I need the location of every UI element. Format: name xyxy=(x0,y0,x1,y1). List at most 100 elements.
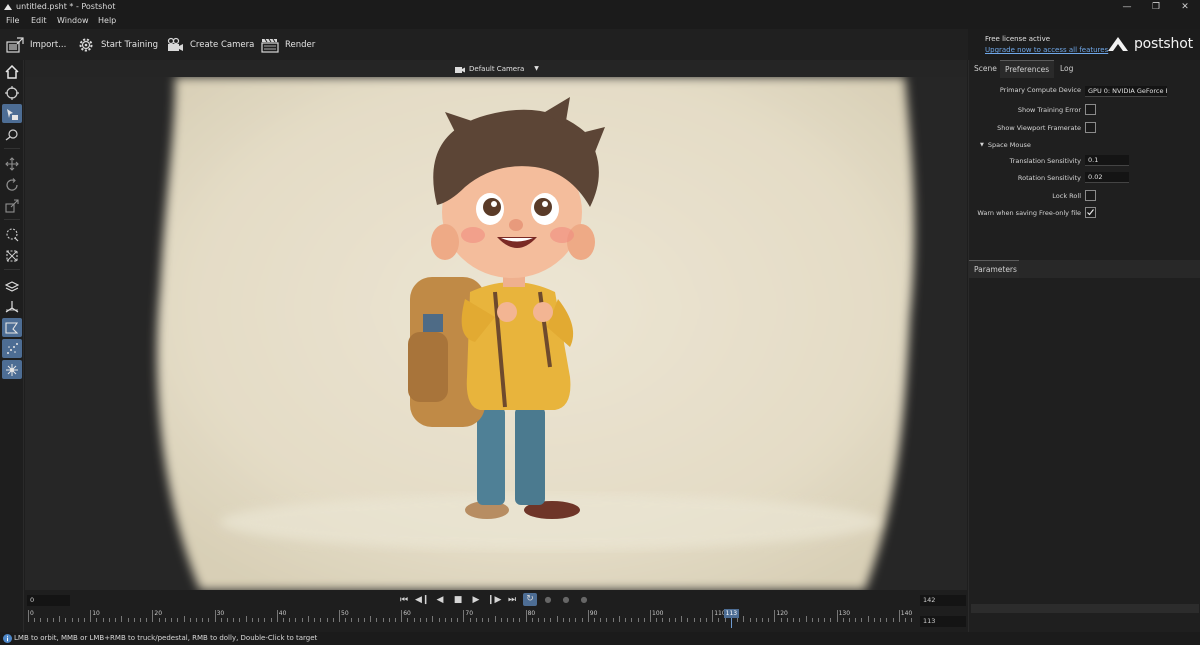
tab-preferences[interactable]: Preferences xyxy=(1000,60,1055,78)
timeline-tick xyxy=(824,618,826,622)
loop-icon[interactable]: ↻ xyxy=(523,593,537,606)
lasso-select-tool[interactable] xyxy=(2,225,22,244)
show-training-error-checkbox[interactable] xyxy=(1085,104,1096,115)
stop-icon[interactable]: ■ xyxy=(451,595,465,605)
camera-frustum-tool[interactable] xyxy=(2,318,22,337)
timeline-tick xyxy=(631,618,633,622)
timeline-tick xyxy=(718,618,720,622)
axis-tool[interactable] xyxy=(2,297,22,316)
record-icon[interactable]: ● xyxy=(559,595,573,604)
record-icon[interactable]: ● xyxy=(541,595,555,604)
move-icon xyxy=(5,156,19,171)
upgrade-link[interactable]: Upgrade now to access all features xyxy=(985,46,1108,54)
camera-tool[interactable] xyxy=(2,104,22,123)
play-reverse-icon[interactable]: ◀ xyxy=(433,595,447,605)
look-tool[interactable] xyxy=(2,125,22,144)
lighting-tool[interactable] xyxy=(2,360,22,379)
timeline-tick xyxy=(817,618,819,622)
viewport-3d[interactable] xyxy=(25,77,967,590)
timeline-tick xyxy=(102,618,104,622)
timeline-tick xyxy=(506,618,508,622)
import-button[interactable]: Import... xyxy=(6,35,66,55)
tab-scene[interactable]: Scene xyxy=(969,60,1002,78)
menu-file[interactable]: File xyxy=(6,16,19,25)
minimize-icon[interactable]: — xyxy=(1112,0,1142,14)
timeline-tick xyxy=(656,618,658,622)
timeline-tick xyxy=(289,618,291,622)
rotate-tool[interactable] xyxy=(2,175,22,194)
play-icon[interactable]: ▶ xyxy=(469,595,483,605)
timeline-tick xyxy=(258,618,260,622)
timeline-tick xyxy=(332,618,334,622)
start-frame-input[interactable]: 0 xyxy=(27,595,70,606)
home-tool[interactable] xyxy=(2,62,22,81)
compute-device-select[interactable]: GPU 0: NVIDIA GeForce RTX 4090 xyxy=(1085,86,1167,97)
end-frame-input[interactable]: 142 xyxy=(920,595,966,606)
timeline-tick-label: 50 xyxy=(341,610,349,617)
timeline-tick xyxy=(164,618,166,622)
axis-icon xyxy=(5,300,19,312)
translation-sensitivity-input[interactable]: 0.1 xyxy=(1085,155,1129,166)
skip-to-start-icon[interactable]: ⏮ xyxy=(397,595,411,605)
menu-window[interactable]: Window xyxy=(57,16,89,25)
panel-scrollbar[interactable] xyxy=(971,604,1199,613)
tab-parameters[interactable]: Parameters xyxy=(969,260,1019,278)
timeline-tick xyxy=(519,618,521,622)
show-training-error-label: Show Training Error xyxy=(1017,106,1081,114)
warn-free-file-checkbox[interactable] xyxy=(1085,207,1096,218)
timeline-tick xyxy=(171,618,173,622)
scene-render xyxy=(25,77,967,590)
menu-edit[interactable]: Edit xyxy=(31,16,47,25)
show-framerate-checkbox[interactable] xyxy=(1085,122,1096,133)
step-back-icon[interactable]: ◀❙ xyxy=(415,595,429,605)
lock-roll-checkbox[interactable] xyxy=(1085,190,1096,201)
skip-to-end-icon[interactable]: ⏭ xyxy=(505,595,519,605)
scale-tool[interactable] xyxy=(2,196,22,215)
move-tool[interactable] xyxy=(2,154,22,173)
menu-help[interactable]: Help xyxy=(98,16,116,25)
timeline-tick xyxy=(544,618,546,622)
camera-icon xyxy=(455,66,465,73)
restore-icon[interactable]: ❐ xyxy=(1141,0,1171,14)
timeline-tick xyxy=(419,618,421,622)
timeline-tick xyxy=(475,618,477,622)
box-select-tool[interactable] xyxy=(2,246,22,265)
current-frame-input[interactable]: 113 xyxy=(920,616,966,627)
lock-roll-label: Lock Roll xyxy=(1052,192,1081,200)
timeline-tick xyxy=(233,618,235,622)
timeline-ruler[interactable]: 0 10 20 30 40 50 60 70 80 90 100 110 120 130 140 113 xyxy=(27,608,915,630)
timeline-tick xyxy=(674,618,676,622)
timeline-tick-label: 90 xyxy=(589,610,598,617)
rotation-sensitivity-input[interactable]: 0.02 xyxy=(1085,172,1129,183)
timeline-tick xyxy=(849,618,851,622)
space-mouse-label: Space Mouse xyxy=(987,141,1031,149)
close-icon[interactable]: ✕ xyxy=(1170,0,1200,14)
tab-log[interactable]: Log xyxy=(1055,60,1078,78)
translation-sensitivity-label: Translation Sensitivity xyxy=(1009,157,1081,165)
space-mouse-section[interactable]: ▼ Space Mouse xyxy=(980,141,1031,149)
scale-icon xyxy=(5,198,19,213)
timeline-tick xyxy=(724,618,726,622)
orbit-tool[interactable] xyxy=(2,83,22,102)
start-training-button[interactable]: Start Training xyxy=(77,35,158,55)
chevron-down-icon: ▼ xyxy=(534,65,539,72)
timeline-tick xyxy=(469,618,471,622)
playhead[interactable]: 113 xyxy=(723,609,739,618)
render-button[interactable]: Render xyxy=(261,35,315,55)
timeline-tick xyxy=(295,618,297,622)
timeline-tick xyxy=(214,610,216,622)
layers-tool[interactable] xyxy=(2,276,22,295)
license-status: Free license active xyxy=(985,35,1051,43)
timeline-tick xyxy=(28,610,29,622)
splat-points-tool[interactable] xyxy=(2,339,22,358)
timeline-tick xyxy=(562,618,564,622)
timeline-tick xyxy=(587,610,589,622)
timeline-tick xyxy=(911,618,913,622)
create-camera-button[interactable]: Create Camera xyxy=(166,35,254,55)
status-message: LMB to orbit, MMB or LMB+RMB to truck/pe… xyxy=(14,634,318,642)
camera-dropdown[interactable]: Default Camera ▼ xyxy=(455,62,539,75)
step-forward-icon[interactable]: ❙▶ xyxy=(487,595,501,605)
record-icon[interactable]: ● xyxy=(577,595,591,604)
timeline-tick xyxy=(83,618,85,622)
sparkle-icon xyxy=(6,363,18,376)
